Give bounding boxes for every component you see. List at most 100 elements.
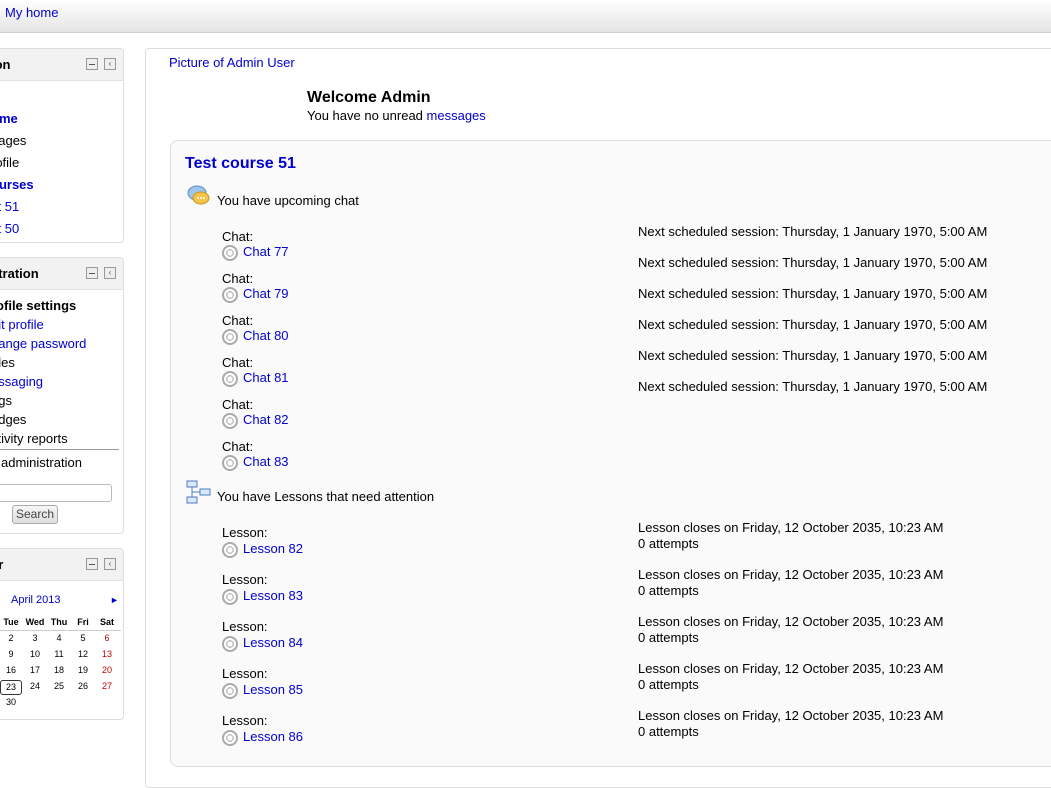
- nav-item-2[interactable]: rofile: [0, 155, 19, 170]
- chat-session-info: Next scheduled session: Thursday, 1 Janu…: [638, 348, 988, 363]
- calendar-weekday-header: Fri: [77, 617, 89, 627]
- block-header: ion ‹: [0, 49, 123, 81]
- calendar-day[interactable]: 16: [0, 665, 22, 675]
- welcome-heading: Welcome Admin: [307, 89, 431, 106]
- course-title-link[interactable]: Test course 51: [185, 155, 296, 173]
- chat-type-label: Chat:: [222, 355, 254, 370]
- calendar-day[interactable]: 10: [24, 649, 46, 659]
- admin-item-3[interactable]: oles: [0, 355, 15, 370]
- lesson-link[interactable]: Lesson 82: [243, 541, 303, 556]
- calendar-month-link[interactable]: April 2013: [11, 594, 61, 606]
- minimize-icon[interactable]: [86, 267, 98, 279]
- admin-item-7[interactable]: ctivity reports: [0, 431, 68, 446]
- minimize-icon[interactable]: [86, 558, 98, 570]
- lesson-attempts: 0 attempts: [638, 583, 699, 598]
- admin-item-6[interactable]: adges: [0, 412, 26, 427]
- calendar-day[interactable]: 4: [48, 633, 70, 643]
- lesson-item: Lesson 85: [222, 682, 303, 699]
- lesson-activity-icon: [222, 635, 238, 652]
- calendar-day[interactable]: 26: [72, 681, 94, 691]
- chat-activity-icon: [222, 244, 238, 261]
- calendar-day[interactable]: 3: [24, 633, 46, 643]
- chat-activity-icon: [222, 286, 238, 303]
- calendar-day[interactable]: 9: [0, 649, 22, 659]
- chat-link[interactable]: Chat 79: [243, 286, 289, 301]
- chat-session-info: Next scheduled session: Thursday, 1 Janu…: [638, 317, 988, 332]
- chat-link[interactable]: Chat 77: [243, 244, 289, 259]
- chat-link[interactable]: Chat 81: [243, 370, 289, 385]
- calendar-day[interactable]: 11: [48, 649, 70, 659]
- lesson-close-date: Lesson closes on Friday, 12 October 2035…: [638, 661, 944, 676]
- my-home-link[interactable]: My home: [5, 5, 58, 20]
- nav-item-5[interactable]: st 50: [0, 221, 19, 236]
- admin-item-2[interactable]: hange password: [0, 336, 86, 351]
- calendar-day[interactable]: 19: [72, 665, 94, 675]
- dock-icon[interactable]: ‹: [104, 558, 116, 570]
- chat-type-label: Chat:: [222, 313, 254, 328]
- calendar-today[interactable]: 23: [0, 680, 22, 695]
- calendar-day[interactable]: 18: [48, 665, 70, 675]
- lesson-item: Lesson 84: [222, 635, 303, 652]
- chat-session-info: Next scheduled session: Thursday, 1 Janu…: [638, 379, 988, 394]
- calendar-header-divider: [0, 630, 121, 631]
- calendar-day[interactable]: 30: [0, 697, 22, 707]
- admin-item-5[interactable]: ogs: [0, 393, 12, 408]
- calendar-day[interactable]: 6: [96, 633, 118, 643]
- messages-link[interactable]: messages: [427, 108, 486, 123]
- lesson-type-label: Lesson:: [222, 666, 268, 681]
- chat-item: Chat 79: [222, 286, 289, 303]
- block-header: stration ‹: [0, 258, 123, 290]
- chat-link[interactable]: Chat 82: [243, 412, 289, 427]
- calendar-day[interactable]: 12: [72, 649, 94, 659]
- lesson-type-label: Lesson:: [222, 572, 268, 587]
- calendar-weekday-header: Sat: [99, 617, 114, 627]
- calendar-day[interactable]: 24: [24, 681, 46, 691]
- admin-item-4[interactable]: essaging: [0, 374, 43, 389]
- admin-item-1[interactable]: dit profile: [0, 317, 44, 332]
- user-picture-link[interactable]: Picture of Admin User: [169, 55, 295, 70]
- lesson-close-date: Lesson closes on Friday, 12 October 2035…: [638, 708, 944, 723]
- chat-activity-icon: [222, 328, 238, 345]
- chat-item: Chat 77: [222, 244, 289, 261]
- calendar-weekday-header: Tue: [3, 617, 19, 627]
- calendar-day[interactable]: 27: [96, 681, 118, 691]
- lesson-attempts: 0 attempts: [638, 630, 699, 645]
- nav-item-3[interactable]: ourses: [0, 177, 34, 192]
- search-input[interactable]: [0, 484, 112, 502]
- site-administration-link[interactable]: administration: [1, 455, 82, 470]
- calendar-day[interactable]: 13: [96, 649, 118, 659]
- chat-activity-icon: [222, 454, 238, 471]
- chat-link[interactable]: Chat 83: [243, 454, 289, 469]
- calendar-day[interactable]: 2: [0, 633, 22, 643]
- chat-item: Chat 83: [222, 454, 289, 471]
- navigation-block: ion ‹ ome pages rofile ourses st 51 st 50: [0, 48, 124, 243]
- dock-icon[interactable]: ‹: [104, 267, 116, 279]
- lesson-link[interactable]: Lesson 85: [243, 682, 303, 697]
- chat-link[interactable]: Chat 80: [243, 328, 289, 343]
- unread-messages-line: You have no unread messages: [307, 108, 486, 123]
- block-title: stration: [0, 266, 39, 281]
- calendar-day[interactable]: 17: [24, 665, 46, 675]
- nav-item-4[interactable]: st 51: [0, 199, 19, 214]
- lesson-attempts: 0 attempts: [638, 677, 699, 692]
- nav-item-1[interactable]: pages: [0, 133, 26, 148]
- lesson-type-label: Lesson:: [222, 525, 268, 540]
- search-button[interactable]: Search: [12, 505, 58, 524]
- chat-session-info: Next scheduled session: Thursday, 1 Janu…: [638, 224, 988, 239]
- dock-icon[interactable]: ‹: [104, 58, 116, 70]
- next-month-arrow-icon[interactable]: ►: [110, 595, 119, 605]
- lesson-attempts: 0 attempts: [638, 536, 699, 551]
- calendar-day[interactable]: 20: [96, 665, 118, 675]
- chat-item: Chat 80: [222, 328, 289, 345]
- calendar-day[interactable]: 25: [48, 681, 70, 691]
- lesson-activity-icon: [222, 541, 238, 558]
- minimize-icon[interactable]: [86, 58, 98, 70]
- calendar-grid: Tue Wed Thu Fri Sat 2 3 4 5 6 9 10 11 12 13 16 17 18 19 20 2…: [0, 617, 123, 713]
- calendar-day[interactable]: 5: [72, 633, 94, 643]
- lesson-link[interactable]: Lesson 84: [243, 635, 303, 650]
- lesson-attempts: 0 attempts: [638, 724, 699, 739]
- lesson-close-date: Lesson closes on Friday, 12 October 2035…: [638, 520, 944, 535]
- nav-item-0[interactable]: ome: [0, 111, 18, 126]
- lesson-link[interactable]: Lesson 83: [243, 588, 303, 603]
- lesson-link[interactable]: Lesson 86: [243, 729, 303, 744]
